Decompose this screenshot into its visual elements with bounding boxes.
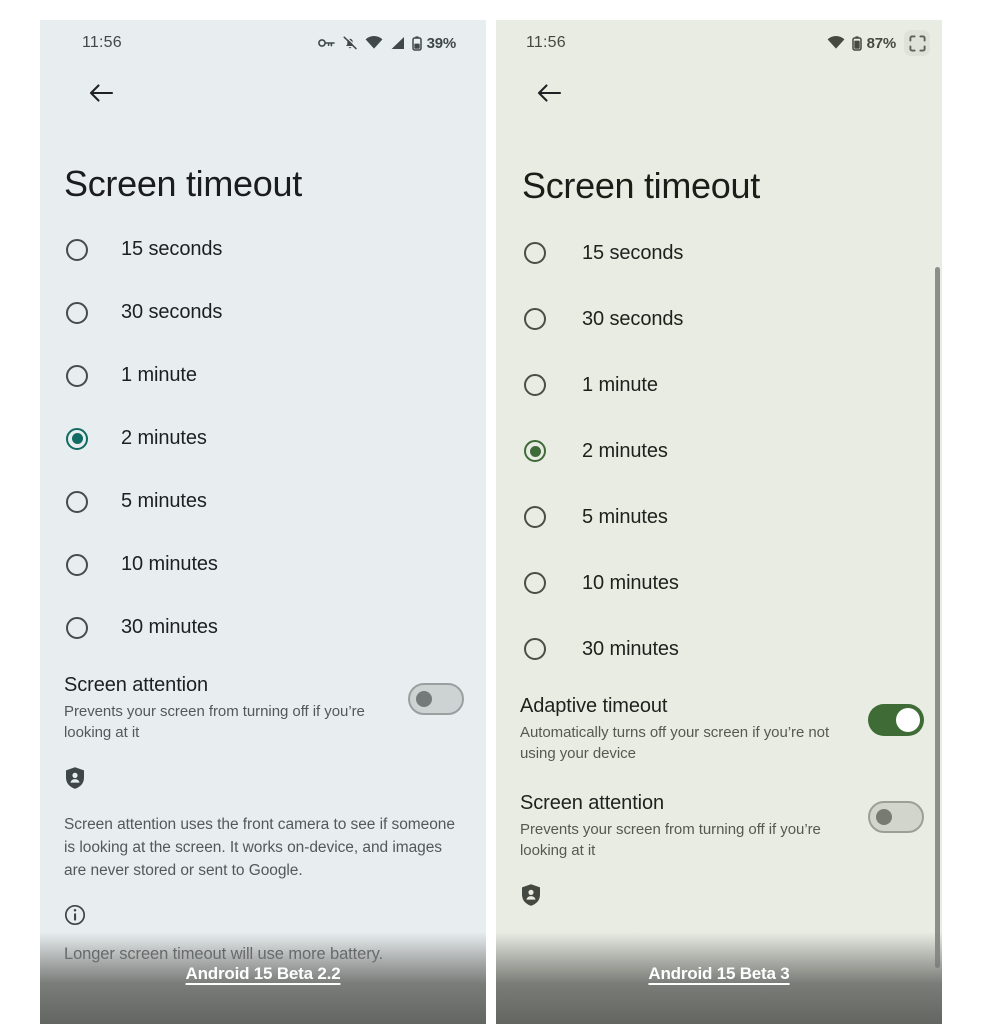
status-bar-left: 11:56 39% <box>40 20 486 66</box>
battery-icon <box>851 35 862 51</box>
radio-option-label: 30 seconds <box>121 301 223 323</box>
radio-icon <box>66 553 88 576</box>
status-time: 11:56 <box>526 34 566 51</box>
screen-attention-text: Screen attention Prevents your screen fr… <box>64 673 396 744</box>
back-arrow-icon[interactable] <box>536 82 562 104</box>
radio-icon <box>524 638 546 660</box>
radio-option-label: 5 minutes <box>582 505 668 528</box>
radio-option-30-minutes[interactable]: 30 minutes <box>40 596 486 659</box>
radio-option-label: 2 minutes <box>582 439 668 462</box>
privacy-shield-icon <box>66 766 84 789</box>
caption-label: Android 15 Beta 2.2 <box>185 964 341 983</box>
page-title: Screen timeout <box>64 163 302 204</box>
radio-option-label: 30 minutes <box>582 637 679 660</box>
adaptive-timeout-row[interactable]: Adaptive timeout Automatically turns off… <box>496 682 942 765</box>
radio-option-label: 15 seconds <box>121 238 223 260</box>
radio-icon <box>524 572 546 594</box>
screen-attention-row[interactable]: Screen attention Prevents your screen fr… <box>40 659 486 744</box>
radio-icon-selected <box>66 427 88 450</box>
back-arrow-icon[interactable] <box>88 82 114 104</box>
phone-panel-left: 11:56 39% Screen timeout 15 seconds 30 s… <box>40 20 486 1024</box>
radio-option-30-seconds[interactable]: 30 seconds <box>40 281 486 344</box>
radio-option-label: 10 minutes <box>121 553 218 575</box>
privacy-note-right <box>496 861 942 930</box>
adaptive-timeout-toggle[interactable] <box>868 704 924 736</box>
radio-option-10-minutes[interactable]: 10 minutes <box>496 550 942 616</box>
battery-percent-label: 39% <box>426 34 457 52</box>
radio-option-2-minutes[interactable]: 2 minutes <box>40 407 486 470</box>
radio-option-label: 1 minute <box>582 373 658 396</box>
signal-icon <box>391 37 404 49</box>
radio-option-label: 30 seconds <box>582 307 684 330</box>
radio-option-30-minutes[interactable]: 30 minutes <box>496 616 942 682</box>
radio-icon <box>524 242 546 264</box>
screen-attention-title: Screen attention <box>520 791 665 814</box>
caption-label: Android 15 Beta 3 <box>648 964 790 983</box>
screen-attention-toggle[interactable] <box>408 683 464 715</box>
privacy-note-left: Screen attention uses the front camera t… <box>40 744 486 883</box>
screen-attention-text: Screen attention Prevents your screen fr… <box>520 791 856 862</box>
radio-icon <box>524 308 546 330</box>
privacy-shield-icon <box>522 884 540 906</box>
status-bar-right: 11:56 87% <box>496 20 942 66</box>
caption-overlay-right: Android 15 Beta 3 <box>496 932 942 1024</box>
radio-option-label: 5 minutes <box>121 490 207 512</box>
radio-icon <box>66 301 88 324</box>
battery-icon <box>411 35 422 51</box>
nav-bar-left <box>40 66 486 120</box>
radio-icon-selected <box>524 440 546 462</box>
notifications-muted-icon <box>343 35 358 50</box>
radio-option-label: 2 minutes <box>121 427 207 449</box>
phone-panel-right: 11:56 87% Screen timeout 15 seconds 30 s… <box>496 20 942 1024</box>
battery-percent-label: 87% <box>866 34 897 52</box>
adaptive-timeout-text: Adaptive timeout Automatically turns off… <box>520 694 856 765</box>
screen-attention-toggle[interactable] <box>868 800 924 833</box>
screen-attention-title: Screen attention <box>64 674 209 696</box>
info-note-left <box>40 882 486 931</box>
status-icon-group: 39% <box>317 34 457 52</box>
screen-attention-row[interactable]: Screen attention Prevents your screen fr… <box>496 765 942 862</box>
comparison-screenshot: 11:56 39% Screen timeout 15 seconds 30 s… <box>0 0 981 1024</box>
radio-option-label: 30 minutes <box>121 616 218 638</box>
vertical-scrollbar[interactable] <box>935 267 940 968</box>
screenshot-icon[interactable] <box>904 30 930 56</box>
longer-timeout-note: Longer screen timeout will use more batt… <box>64 945 384 964</box>
radio-option-label: 1 minute <box>121 364 197 386</box>
radio-icon <box>524 506 546 528</box>
adaptive-timeout-subtitle: Automatically turns off your screen if y… <box>520 724 830 763</box>
radio-option-10-minutes[interactable]: 10 minutes <box>40 533 486 596</box>
radio-option-label: 10 minutes <box>582 571 679 594</box>
adaptive-timeout-title: Adaptive timeout <box>520 695 668 717</box>
radio-option-label: 15 seconds <box>582 241 684 264</box>
key-icon <box>317 39 335 47</box>
radio-option-5-minutes[interactable]: 5 minutes <box>496 484 942 550</box>
radio-icon <box>66 490 88 513</box>
timeout-options-list-right: 15 seconds 30 seconds 1 minute 2 minutes… <box>496 220 942 682</box>
page-title: Screen timeout <box>522 165 760 206</box>
radio-icon <box>66 238 88 261</box>
nav-bar-right <box>496 66 942 120</box>
radio-icon <box>66 616 88 639</box>
radio-option-5-minutes[interactable]: 5 minutes <box>40 470 486 533</box>
timeout-options-list-left: 15 seconds 30 seconds 1 minute 2 minutes… <box>40 218 486 659</box>
screen-attention-subtitle: Prevents your screen from turning off if… <box>64 703 365 742</box>
privacy-note-text: Screen attention uses the front camera t… <box>64 815 455 880</box>
radio-option-1-minute[interactable]: 1 minute <box>40 344 486 407</box>
radio-option-1-minute[interactable]: 1 minute <box>496 352 942 418</box>
status-icon-group: 87% <box>827 30 930 56</box>
wifi-icon <box>827 36 844 49</box>
radio-option-30-seconds[interactable]: 30 seconds <box>496 286 942 352</box>
screen-attention-subtitle: Prevents your screen from turning off if… <box>520 820 821 859</box>
status-time: 11:56 <box>82 34 122 51</box>
radio-icon <box>66 364 88 387</box>
radio-option-2-minutes[interactable]: 2 minutes <box>496 418 942 484</box>
radio-option-15-seconds[interactable]: 15 seconds <box>496 220 942 286</box>
radio-icon <box>524 374 546 396</box>
info-icon <box>64 905 86 926</box>
radio-option-15-seconds[interactable]: 15 seconds <box>40 218 486 281</box>
wifi-icon <box>365 36 382 49</box>
